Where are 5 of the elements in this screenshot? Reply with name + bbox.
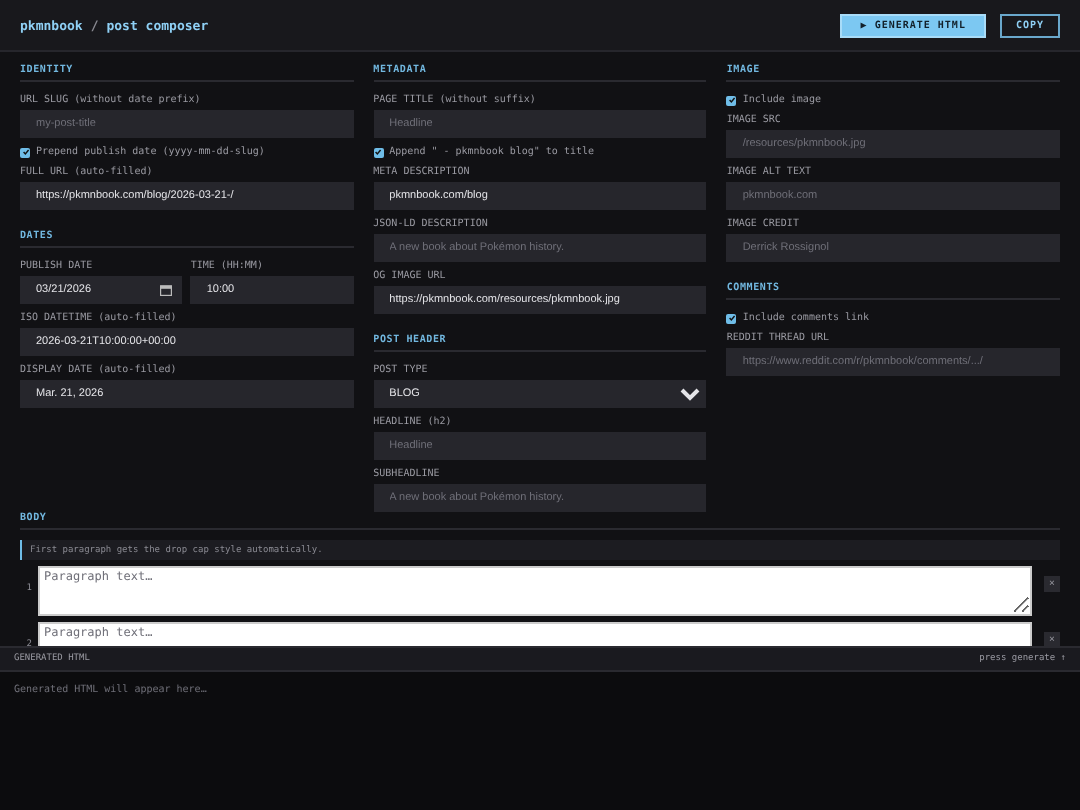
checkbox[interactable] <box>20 147 30 157</box>
checkbox[interactable] <box>373 147 384 157</box>
checkbox[interactable] <box>726 95 737 105</box>
calendar-icon[interactable] <box>160 284 173 296</box>
checkbox[interactable] <box>726 313 737 323</box>
